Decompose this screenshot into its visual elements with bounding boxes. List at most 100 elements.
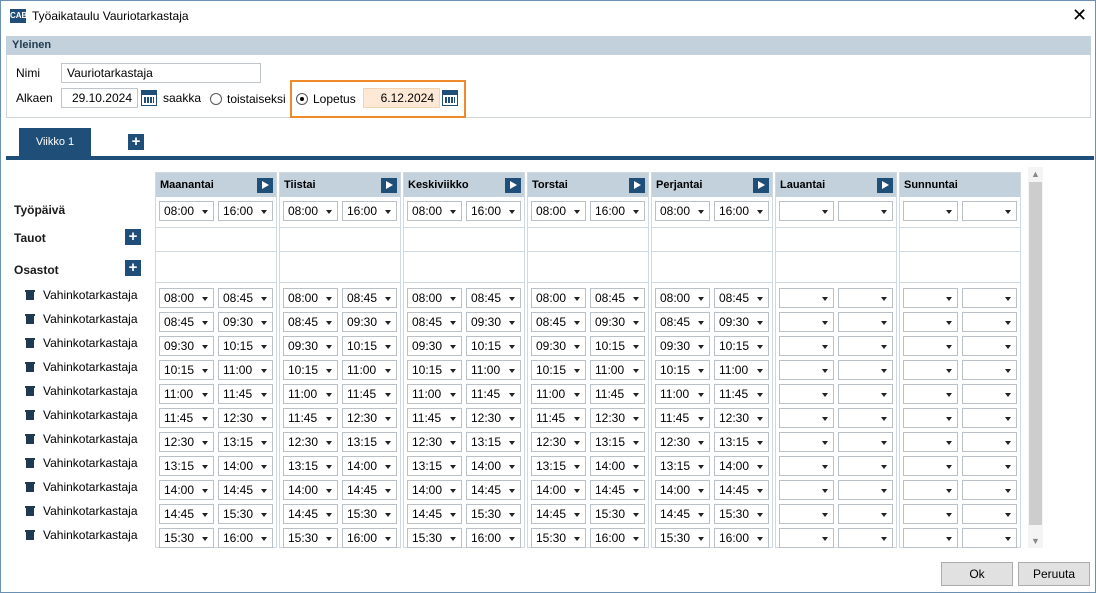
department-start-select[interactable]	[903, 384, 958, 404]
copy-to-next-day-icon[interactable]	[629, 178, 645, 193]
copy-to-next-day-icon[interactable]	[257, 178, 273, 193]
delete-department-icon[interactable]	[25, 361, 35, 372]
department-end-select[interactable]: 15:30	[342, 504, 397, 524]
department-start-select[interactable]	[903, 528, 958, 548]
department-end-select[interactable]	[838, 360, 893, 380]
department-start-select[interactable]: 09:30	[283, 336, 338, 356]
department-start-select[interactable]: 13:15	[407, 456, 462, 476]
department-start-select[interactable]: 10:15	[531, 360, 586, 380]
department-end-select[interactable]: 14:45	[714, 480, 769, 500]
department-end-select[interactable]: 13:15	[466, 432, 521, 452]
department-end-select[interactable]	[838, 312, 893, 332]
department-end-select[interactable]: 11:00	[218, 360, 273, 380]
department-end-select[interactable]: 12:30	[342, 408, 397, 428]
delete-department-icon[interactable]	[25, 289, 35, 300]
tab-week-1[interactable]: Viikko 1	[19, 128, 91, 156]
department-start-select[interactable]: 14:00	[283, 480, 338, 500]
department-end-select[interactable]: 15:30	[714, 504, 769, 524]
department-start-select[interactable]: 14:45	[407, 504, 462, 524]
department-end-select[interactable]: 14:00	[342, 456, 397, 476]
department-start-select[interactable]: 15:30	[407, 528, 462, 548]
department-end-select[interactable]	[962, 456, 1017, 476]
department-start-select[interactable]	[903, 312, 958, 332]
department-end-select[interactable]	[838, 336, 893, 356]
delete-department-icon[interactable]	[25, 481, 35, 492]
department-start-select[interactable]	[903, 504, 958, 524]
department-start-select[interactable]: 11:00	[407, 384, 462, 404]
scrollbar-thumb[interactable]	[1029, 182, 1042, 525]
department-start-select[interactable]	[779, 336, 834, 356]
department-end-select[interactable]: 11:00	[466, 360, 521, 380]
workday-end-select[interactable]: 16:00	[590, 201, 645, 221]
department-end-select[interactable]: 16:00	[342, 528, 397, 548]
department-end-select[interactable]	[962, 408, 1017, 428]
department-start-select[interactable]: 10:15	[159, 360, 214, 380]
department-start-select[interactable]: 15:30	[655, 528, 710, 548]
workday-end-select[interactable]	[838, 201, 893, 221]
add-department-icon[interactable]: +	[125, 260, 141, 276]
department-start-select[interactable]	[779, 528, 834, 548]
department-end-select[interactable]	[962, 288, 1017, 308]
department-start-select[interactable]: 10:15	[283, 360, 338, 380]
department-start-select[interactable]: 11:45	[407, 408, 462, 428]
department-end-select[interactable]	[838, 504, 893, 524]
department-start-select[interactable]: 08:00	[531, 288, 586, 308]
workday-start-select[interactable]: 08:00	[655, 201, 710, 221]
department-end-select[interactable]: 10:15	[466, 336, 521, 356]
department-end-select[interactable]	[838, 528, 893, 548]
department-end-select[interactable]: 16:00	[714, 528, 769, 548]
department-end-select[interactable]: 14:00	[590, 456, 645, 476]
department-end-select[interactable]	[838, 480, 893, 500]
scroll-up-icon[interactable]: ▲	[1031, 169, 1040, 179]
department-end-select[interactable]: 14:00	[466, 456, 521, 476]
department-start-select[interactable]: 12:30	[655, 432, 710, 452]
department-start-select[interactable]: 14:45	[531, 504, 586, 524]
department-end-select[interactable]: 11:45	[466, 384, 521, 404]
department-start-select[interactable]: 12:30	[283, 432, 338, 452]
department-start-select[interactable]	[903, 408, 958, 428]
workday-end-select[interactable]: 16:00	[466, 201, 521, 221]
workday-end-select[interactable]: 16:00	[714, 201, 769, 221]
department-end-select[interactable]: 14:45	[590, 480, 645, 500]
department-end-select[interactable]: 11:00	[342, 360, 397, 380]
copy-to-next-day-icon[interactable]	[753, 178, 769, 193]
start-calendar-icon[interactable]	[141, 90, 157, 106]
department-end-select[interactable]: 14:45	[218, 480, 273, 500]
department-start-select[interactable]: 10:15	[407, 360, 462, 380]
department-start-select[interactable]	[903, 288, 958, 308]
department-start-select[interactable]: 14:45	[655, 504, 710, 524]
department-start-select[interactable]	[779, 480, 834, 500]
department-end-select[interactable]: 12:30	[590, 408, 645, 428]
copy-to-next-day-icon[interactable]	[505, 178, 521, 193]
department-start-select[interactable]	[779, 456, 834, 476]
department-start-select[interactable]: 08:00	[283, 288, 338, 308]
department-end-select[interactable]	[838, 384, 893, 404]
start-date-input[interactable]: 29.10.2024	[61, 88, 138, 108]
department-end-select[interactable]: 15:30	[466, 504, 521, 524]
department-end-select[interactable]	[962, 432, 1017, 452]
department-start-select[interactable]	[779, 432, 834, 452]
department-end-select[interactable]	[962, 528, 1017, 548]
workday-start-select[interactable]: 08:00	[159, 201, 214, 221]
department-start-select[interactable]	[779, 504, 834, 524]
end-calendar-icon[interactable]	[442, 90, 458, 106]
department-end-select[interactable]	[962, 384, 1017, 404]
department-start-select[interactable]	[903, 360, 958, 380]
department-start-select[interactable]	[779, 384, 834, 404]
department-start-select[interactable]: 13:15	[159, 456, 214, 476]
department-end-select[interactable]	[962, 480, 1017, 500]
department-start-select[interactable]: 08:00	[159, 288, 214, 308]
department-start-select[interactable]: 11:00	[531, 384, 586, 404]
department-end-select[interactable]: 11:45	[590, 384, 645, 404]
department-start-select[interactable]: 13:15	[531, 456, 586, 476]
department-start-select[interactable]: 14:00	[407, 480, 462, 500]
department-end-select[interactable]: 12:30	[466, 408, 521, 428]
department-start-select[interactable]	[903, 432, 958, 452]
delete-department-icon[interactable]	[25, 433, 35, 444]
workday-start-select[interactable]: 08:00	[531, 201, 586, 221]
department-start-select[interactable]: 14:45	[159, 504, 214, 524]
department-end-select[interactable]: 10:15	[714, 336, 769, 356]
department-end-select[interactable]: 08:45	[590, 288, 645, 308]
department-end-select[interactable]	[962, 504, 1017, 524]
department-start-select[interactable]: 11:45	[159, 408, 214, 428]
